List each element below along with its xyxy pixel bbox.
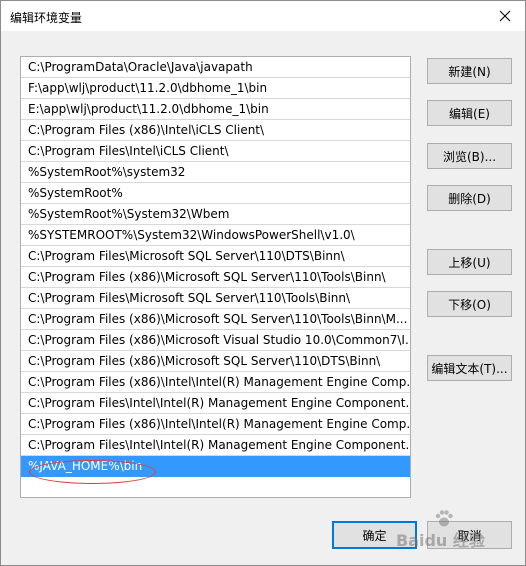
list-item-text: C:\Program Files (x86)\Microsoft Visual … <box>28 333 410 347</box>
list-item-text: %SystemRoot%\System32\Wbem <box>28 207 230 221</box>
list-item[interactable]: C:\ProgramData\Oracle\Java\javapath <box>21 57 410 78</box>
list-item[interactable]: C:\Program Files\Intel\iCLS Client\ <box>21 141 410 162</box>
list-item-text: C:\Program Files\Intel\Intel(R) Manageme… <box>28 396 410 410</box>
edit-text-button[interactable]: 编辑文本(T)... <box>427 355 512 381</box>
dialog-title: 编辑环境变量 <box>10 11 83 25</box>
list-item[interactable]: C:\Program Files\Intel\Intel(R) Manageme… <box>21 393 410 414</box>
list-item[interactable]: C:\Program Files (x86)\Microsoft SQL Ser… <box>21 351 410 372</box>
move-down-button[interactable]: 下移(O) <box>427 291 512 317</box>
list-item[interactable]: C:\Program Files (x86)\Intel\Intel(R) Ma… <box>21 372 410 393</box>
list-item-text: C:\Program Files (x86)\Microsoft SQL Ser… <box>28 270 386 284</box>
edit-env-variable-dialog: 编辑环境变量 C:\ProgramData\Oracle\Java\javapa… <box>0 0 526 566</box>
list-item[interactable]: C:\Program Files (x86)\Intel\iCLS Client… <box>21 120 410 141</box>
list-item-text: C:\Program Files\Intel\iCLS Client\ <box>28 144 229 158</box>
edit-button[interactable]: 编辑(E) <box>427 100 512 126</box>
list-item-text: C:\Program Files\Microsoft SQL Server\11… <box>28 249 345 263</box>
list-item-text: C:\ProgramData\Oracle\Java\javapath <box>28 60 253 74</box>
cancel-button[interactable]: 取消 <box>427 521 512 549</box>
move-up-button[interactable]: 上移(U) <box>427 249 512 275</box>
title-bar[interactable]: 编辑环境变量 <box>1 1 525 31</box>
path-list[interactable]: C:\ProgramData\Oracle\Java\javapath F:\ap… <box>20 56 411 498</box>
list-item[interactable]: C:\Program Files (x86)\Microsoft SQL Ser… <box>21 267 410 288</box>
list-item-text: %SystemRoot%\system32 <box>28 165 186 179</box>
list-item[interactable]: %SystemRoot% <box>21 183 410 204</box>
delete-button[interactable]: 删除(D) <box>427 185 512 211</box>
ok-button[interactable]: 确定 <box>332 521 417 549</box>
list-item-text: F:\app\wlj\product\11.2.0\dbhome_1\bin <box>28 81 268 95</box>
list-item[interactable]: E:\app\wlj\product\11.2.0\dbhome_1\bin <box>21 99 410 120</box>
list-item-text: C:\Program Files (x86)\Intel\iCLS Client… <box>28 123 265 137</box>
list-item[interactable]: %SystemRoot%\System32\Wbem <box>21 204 410 225</box>
list-item[interactable]: C:\Program Files (x86)\Intel\Intel(R) Ma… <box>21 414 410 435</box>
new-button[interactable]: 新建(N) <box>427 58 512 84</box>
close-button[interactable] <box>485 1 525 31</box>
list-item-text: C:\Program Files (x86)\Microsoft SQL Ser… <box>28 354 381 368</box>
list-item-text: C:\Program Files (x86)\Intel\Intel(R) Ma… <box>28 375 410 389</box>
list-item[interactable]: C:\Program Files\Microsoft SQL Server\11… <box>21 246 410 267</box>
list-item[interactable]: C:\Program Files (x86)\Microsoft SQL Ser… <box>21 309 410 330</box>
list-item-text: E:\app\wlj\product\11.2.0\dbhome_1\bin <box>28 102 269 116</box>
list-item[interactable]: C:\Program Files (x86)\Microsoft Visual … <box>21 330 410 351</box>
list-item[interactable]: %SystemRoot%\system32 <box>21 162 410 183</box>
close-icon <box>499 10 511 22</box>
list-item-text: %SYSTEMROOT%\System32\WindowsPowerShell\… <box>28 228 355 242</box>
list-item[interactable]: F:\app\wlj\product\11.2.0\dbhome_1\bin <box>21 78 410 99</box>
list-item[interactable]: C:\Program Files\Intel\Intel(R) Manageme… <box>21 435 410 456</box>
list-item-text: C:\Program Files\Microsoft SQL Server\11… <box>28 291 351 305</box>
list-item[interactable]: C:\Program Files\Microsoft SQL Server\11… <box>21 288 410 309</box>
list-item-text: %JAVA_HOME%\bin <box>28 459 143 473</box>
list-item[interactable]: %SYSTEMROOT%\System32\WindowsPowerShell\… <box>21 225 410 246</box>
list-item[interactable]: %JAVA_HOME%\bin <box>21 456 410 477</box>
list-item-text: C:\Program Files\Intel\Intel(R) Manageme… <box>28 438 410 452</box>
browse-button[interactable]: 浏览(B)... <box>427 143 512 169</box>
list-item-text: C:\Program Files (x86)\Microsoft SQL Ser… <box>28 312 408 326</box>
list-item-text: C:\Program Files (x86)\Intel\Intel(R) Ma… <box>28 417 410 431</box>
list-item-text: %SystemRoot% <box>28 186 123 200</box>
